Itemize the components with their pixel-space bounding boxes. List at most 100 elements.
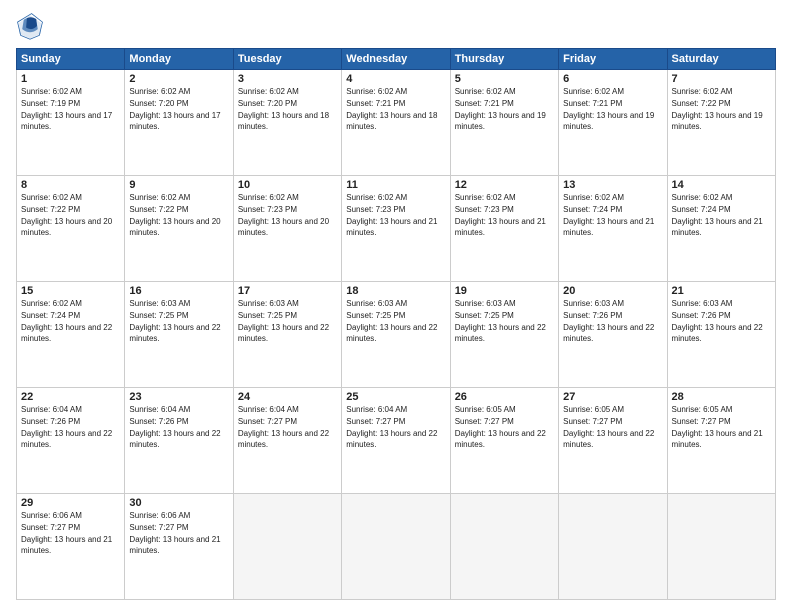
day-info: Sunrise: 6:05 AMSunset: 7:27 PMDaylight:… [455,405,546,449]
col-tuesday: Tuesday [233,49,341,70]
calendar-week-row: 1 Sunrise: 6:02 AMSunset: 7:19 PMDaylight… [17,70,776,176]
table-row: 1 Sunrise: 6:02 AMSunset: 7:19 PMDaylight… [17,70,125,176]
table-row: 2 Sunrise: 6:02 AMSunset: 7:20 PMDaylight… [125,70,233,176]
header [16,12,776,40]
day-number: 21 [672,285,771,297]
calendar-week-row: 15 Sunrise: 6:02 AMSunset: 7:24 PMDayligh… [17,282,776,388]
page: Sunday Monday Tuesday Wednesday Thursday… [0,0,792,612]
day-number: 11 [346,179,445,191]
table-row: 13Sunrise: 6:02 AMSunset: 7:24 PMDayligh… [559,176,667,282]
logo [16,12,48,40]
day-number: 1 [21,73,120,85]
day-number: 5 [455,73,554,85]
day-number: 17 [238,285,337,297]
day-number: 27 [563,391,662,403]
day-info: Sunrise: 6:02 AMSunset: 7:22 PMDaylight:… [672,87,763,131]
table-row: 29 Sunrise: 6:06 AMSunset: 7:27 PMDayligh… [17,494,125,600]
calendar-header-row: Sunday Monday Tuesday Wednesday Thursday… [17,49,776,70]
table-row: 28Sunrise: 6:05 AMSunset: 7:27 PMDayligh… [667,388,775,494]
table-row: 9Sunrise: 6:02 AMSunset: 7:22 PMDaylight… [125,176,233,282]
day-number: 2 [129,73,228,85]
day-info: Sunrise: 6:02 AMSunset: 7:22 PMDaylight:… [21,193,112,237]
day-number: 4 [346,73,445,85]
day-number: 30 [129,497,228,509]
calendar-week-row: 8 Sunrise: 6:02 AMSunset: 7:22 PMDaylight… [17,176,776,282]
day-number: 20 [563,285,662,297]
table-row: 5 Sunrise: 6:02 AMSunset: 7:21 PMDaylight… [450,70,558,176]
col-sunday: Sunday [17,49,125,70]
day-number: 16 [129,285,228,297]
col-saturday: Saturday [667,49,775,70]
table-row: 25 Sunrise: 6:04 AMSunset: 7:27 PMDayligh… [342,388,450,494]
day-number: 10 [238,179,337,191]
day-info: Sunrise: 6:02 AMSunset: 7:21 PMDaylight:… [455,87,546,131]
day-number: 8 [21,179,120,191]
day-info: Sunrise: 6:03 AMSunset: 7:26 PMDaylight:… [672,299,763,343]
day-info: Sunrise: 6:04 AMSunset: 7:27 PMDaylight:… [346,405,437,449]
day-info: Sunrise: 6:04 AMSunset: 7:26 PMDaylight:… [129,405,220,449]
table-row: 30Sunrise: 6:06 AMSunset: 7:27 PMDayligh… [125,494,233,600]
day-info: Sunrise: 6:04 AMSunset: 7:26 PMDaylight:… [21,405,112,449]
table-row: 7 Sunrise: 6:02 AMSunset: 7:22 PMDaylight… [667,70,775,176]
day-number: 12 [455,179,554,191]
day-info: Sunrise: 6:03 AMSunset: 7:26 PMDaylight:… [563,299,654,343]
day-number: 24 [238,391,337,403]
day-info: Sunrise: 6:02 AMSunset: 7:23 PMDaylight:… [238,193,329,237]
table-row: 15 Sunrise: 6:02 AMSunset: 7:24 PMDayligh… [17,282,125,388]
day-number: 22 [21,391,120,403]
table-row: 21 Sunrise: 6:03 AMSunset: 7:26 PMDayligh… [667,282,775,388]
table-row [559,494,667,600]
day-info: Sunrise: 6:06 AMSunset: 7:27 PMDaylight:… [21,511,112,555]
table-row: 27Sunrise: 6:05 AMSunset: 7:27 PMDayligh… [559,388,667,494]
day-info: Sunrise: 6:02 AMSunset: 7:24 PMDaylight:… [672,193,763,237]
table-row: 12 Sunrise: 6:02 AMSunset: 7:23 PMDayligh… [450,176,558,282]
day-number: 25 [346,391,445,403]
day-info: Sunrise: 6:03 AMSunset: 7:25 PMDaylight:… [455,299,546,343]
table-row: 18 Sunrise: 6:03 AMSunset: 7:25 PMDayligh… [342,282,450,388]
day-info: Sunrise: 6:02 AMSunset: 7:22 PMDaylight:… [129,193,220,237]
day-number: 23 [129,391,228,403]
table-row: 3 Sunrise: 6:02 AMSunset: 7:20 PMDaylight… [233,70,341,176]
table-row: 23 Sunrise: 6:04 AMSunset: 7:26 PMDayligh… [125,388,233,494]
day-number: 15 [21,285,120,297]
day-info: Sunrise: 6:03 AMSunset: 7:25 PMDaylight:… [346,299,437,343]
table-row: 19 Sunrise: 6:03 AMSunset: 7:25 PMDayligh… [450,282,558,388]
table-row: 17 Sunrise: 6:03 AMSunset: 7:25 PMDayligh… [233,282,341,388]
table-row: 16Sunrise: 6:03 AMSunset: 7:25 PMDayligh… [125,282,233,388]
table-row: 14 Sunrise: 6:02 AMSunset: 7:24 PMDayligh… [667,176,775,282]
table-row [342,494,450,600]
day-info: Sunrise: 6:02 AMSunset: 7:24 PMDaylight:… [563,193,654,237]
col-monday: Monday [125,49,233,70]
table-row [667,494,775,600]
table-row: 24 Sunrise: 6:04 AMSunset: 7:27 PMDayligh… [233,388,341,494]
table-row: 8 Sunrise: 6:02 AMSunset: 7:22 PMDaylight… [17,176,125,282]
day-number: 19 [455,285,554,297]
day-number: 14 [672,179,771,191]
table-row [450,494,558,600]
table-row: 22 Sunrise: 6:04 AMSunset: 7:26 PMDayligh… [17,388,125,494]
day-number: 18 [346,285,445,297]
day-number: 3 [238,73,337,85]
table-row: 20 Sunrise: 6:03 AMSunset: 7:26 PMDayligh… [559,282,667,388]
day-info: Sunrise: 6:02 AMSunset: 7:19 PMDaylight:… [21,87,112,131]
day-info: Sunrise: 6:02 AMSunset: 7:20 PMDaylight:… [238,87,329,131]
col-thursday: Thursday [450,49,558,70]
day-number: 29 [21,497,120,509]
day-info: Sunrise: 6:02 AMSunset: 7:23 PMDaylight:… [346,193,437,237]
table-row: 6Sunrise: 6:02 AMSunset: 7:21 PMDaylight… [559,70,667,176]
day-info: Sunrise: 6:05 AMSunset: 7:27 PMDaylight:… [672,405,763,449]
table-row: 11 Sunrise: 6:02 AMSunset: 7:23 PMDayligh… [342,176,450,282]
day-info: Sunrise: 6:03 AMSunset: 7:25 PMDaylight:… [238,299,329,343]
day-number: 6 [563,73,662,85]
col-friday: Friday [559,49,667,70]
day-info: Sunrise: 6:04 AMSunset: 7:27 PMDaylight:… [238,405,329,449]
table-row: 26Sunrise: 6:05 AMSunset: 7:27 PMDayligh… [450,388,558,494]
day-info: Sunrise: 6:02 AMSunset: 7:21 PMDaylight:… [346,87,437,131]
calendar-week-row: 22 Sunrise: 6:04 AMSunset: 7:26 PMDayligh… [17,388,776,494]
day-info: Sunrise: 6:02 AMSunset: 7:20 PMDaylight:… [129,87,220,131]
table-row: 10 Sunrise: 6:02 AMSunset: 7:23 PMDayligh… [233,176,341,282]
day-info: Sunrise: 6:02 AMSunset: 7:24 PMDaylight:… [21,299,112,343]
day-number: 7 [672,73,771,85]
day-info: Sunrise: 6:02 AMSunset: 7:23 PMDaylight:… [455,193,546,237]
logo-icon [16,12,44,40]
